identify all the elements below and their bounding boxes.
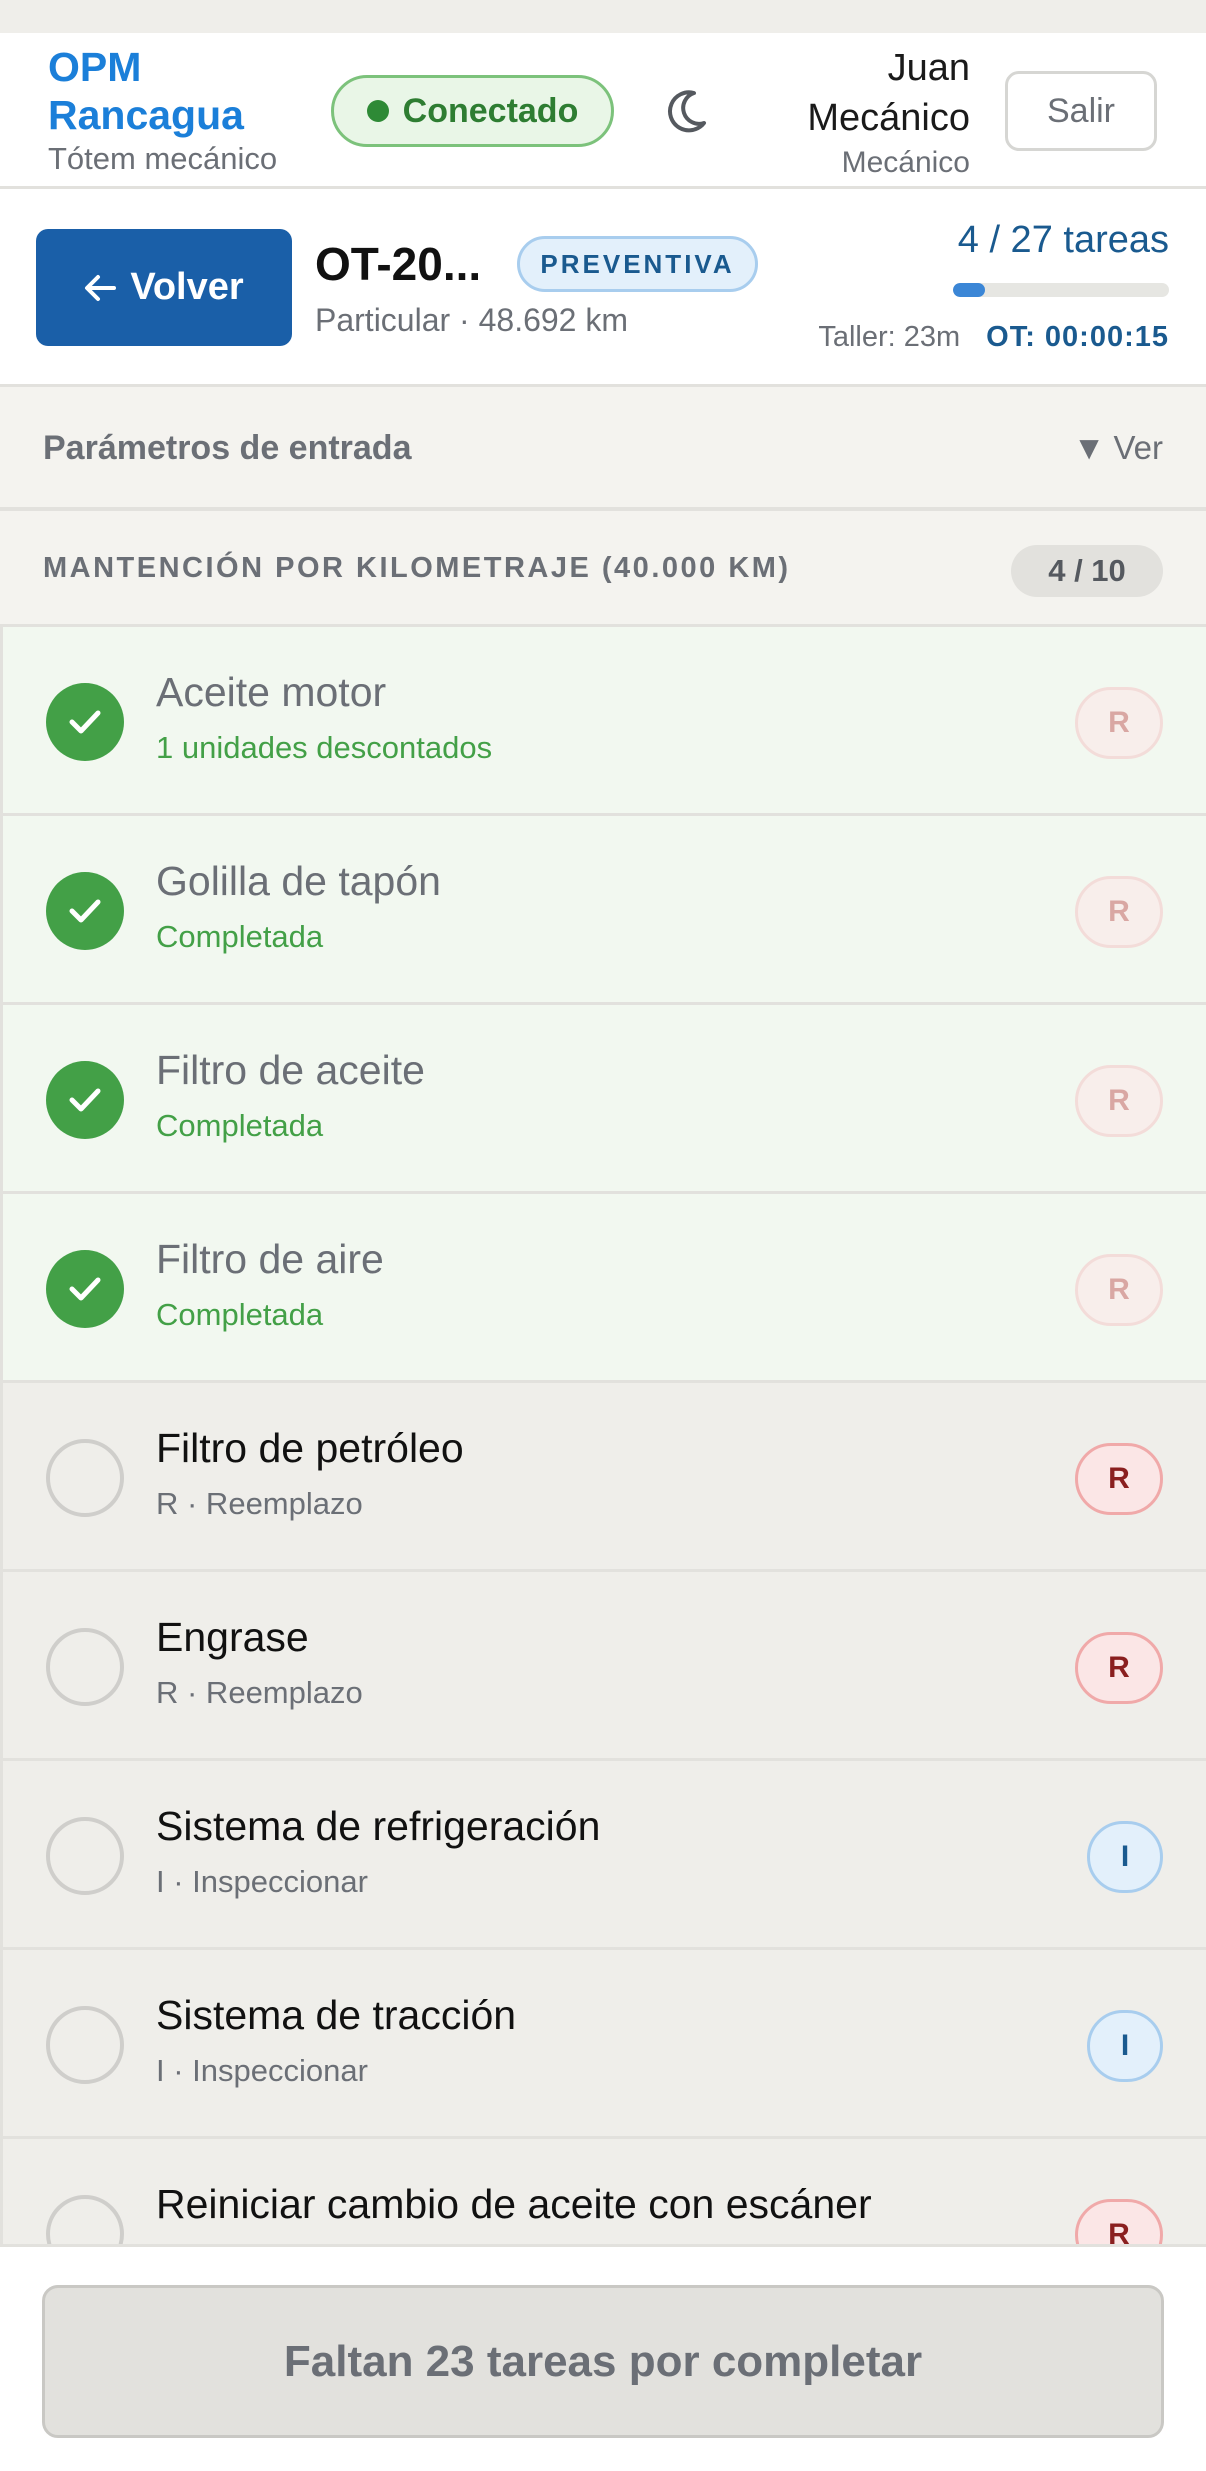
entry-parameters-toggle-label: Ver bbox=[1113, 429, 1163, 466]
task-subtitle: R · Reemplazo bbox=[156, 1486, 363, 1521]
empty-circle-icon[interactable] bbox=[46, 1439, 124, 1517]
task-row[interactable]: Filtro de aceite Completada R bbox=[0, 1005, 1206, 1194]
order-type-badge: PREVENTIVA bbox=[517, 236, 758, 292]
empty-circle-icon[interactable] bbox=[46, 2006, 124, 2084]
caret-down-icon: ▼ bbox=[1072, 429, 1106, 466]
brand-name-line1: OPM bbox=[48, 44, 142, 90]
empty-circle-icon[interactable] bbox=[46, 1628, 124, 1706]
footer: Faltan 23 tareas por completar bbox=[0, 2244, 1206, 2471]
empty-circle-icon[interactable] bbox=[46, 1817, 124, 1895]
task-type-badge: I bbox=[1087, 1821, 1163, 1893]
task-row[interactable]: Golilla de tapón Completada R bbox=[0, 816, 1206, 1005]
user-role: Mecánico bbox=[841, 146, 970, 179]
connection-status-label: Conectado bbox=[402, 91, 579, 130]
task-type-badge: R bbox=[1075, 876, 1163, 948]
complete-order-button[interactable]: Faltan 23 tareas por completar bbox=[42, 2285, 1164, 2438]
task-subtitle: Completada bbox=[156, 1297, 324, 1332]
status-dot-icon bbox=[366, 100, 389, 122]
task-row[interactable]: Reiniciar cambio de aceite con escáner R bbox=[0, 2139, 1206, 2244]
user-info: Juan Mecánico Mecánico bbox=[807, 43, 970, 183]
task-progress-label: 4 / 27 tareas bbox=[957, 219, 1169, 261]
app-header: OPM Rancagua Tótem mecánico Conectado Ju… bbox=[0, 33, 1206, 189]
check-circle-icon[interactable] bbox=[46, 1061, 124, 1139]
task-list: Aceite motor 1 unidades descontados R Golil… bbox=[0, 627, 1206, 2244]
task-subtitle: Completada bbox=[156, 919, 324, 954]
task-title: Filtro de aceite bbox=[156, 1047, 425, 1093]
back-button[interactable]: Volver bbox=[36, 229, 292, 346]
work-order-bar: Volver OT-20... PREVENTIVA Particular · … bbox=[0, 189, 1206, 387]
task-type-badge: R bbox=[1075, 1443, 1163, 1515]
maintenance-section-header: MANTENCIÓN POR KILOMETRAJE (40.000 KM) 4… bbox=[0, 511, 1206, 627]
task-row[interactable]: Filtro de aire Completada R bbox=[0, 1194, 1206, 1383]
empty-circle-icon[interactable] bbox=[46, 2195, 124, 2244]
check-circle-icon[interactable] bbox=[46, 683, 124, 761]
task-title: Filtro de aire bbox=[156, 1236, 384, 1282]
task-row[interactable]: Sistema de tracción I · Inspeccionar I bbox=[0, 1950, 1206, 2139]
task-title: Engrase bbox=[156, 1614, 309, 1660]
workshop-timer: Taller: 23m bbox=[818, 321, 961, 353]
work-order-id: OT-20... bbox=[315, 238, 482, 290]
task-type-badge: R bbox=[1075, 1254, 1163, 1326]
task-title: Golilla de tapón bbox=[156, 858, 441, 904]
user-last-name: Mecánico bbox=[807, 97, 970, 139]
task-title: Sistema de tracción bbox=[156, 1992, 517, 2038]
entry-parameters-panel[interactable]: Parámetros de entrada ▼ Ver bbox=[0, 387, 1206, 511]
logout-button[interactable]: Salir bbox=[1005, 71, 1157, 151]
task-type-badge: R bbox=[1075, 1632, 1163, 1704]
brand-name-line2: Rancagua bbox=[48, 92, 244, 138]
task-subtitle: 1 unidades descontados bbox=[156, 730, 493, 765]
connection-status-badge: Conectado bbox=[331, 75, 614, 147]
task-type-badge: R bbox=[1075, 1065, 1163, 1137]
brand: OPM Rancagua Tótem mecánico bbox=[48, 43, 277, 179]
section-count-badge: 4 / 10 bbox=[1011, 545, 1163, 597]
task-type-badge: I bbox=[1087, 2010, 1163, 2082]
task-row[interactable]: Engrase R · Reemplazo R bbox=[0, 1572, 1206, 1761]
entry-parameters-title: Parámetros de entrada bbox=[43, 429, 412, 467]
task-subtitle: I · Inspeccionar bbox=[156, 1864, 368, 1899]
check-circle-icon[interactable] bbox=[46, 872, 124, 950]
user-first-name: Juan bbox=[887, 47, 970, 89]
task-title: Filtro de petróleo bbox=[156, 1425, 464, 1471]
task-subtitle: Completada bbox=[156, 1108, 324, 1143]
task-progress-bar bbox=[953, 283, 1169, 297]
section-title: MANTENCIÓN POR KILOMETRAJE (40.000 KM) bbox=[43, 552, 791, 584]
task-title: Reiniciar cambio de aceite con escáner bbox=[156, 2181, 872, 2227]
brand-subtitle: Tótem mecánico bbox=[48, 141, 278, 176]
order-timer: OT: 00:00:15 bbox=[986, 321, 1169, 353]
task-progress-fill bbox=[953, 283, 985, 297]
arrow-left-icon bbox=[85, 274, 117, 301]
top-strip bbox=[0, 0, 1206, 33]
task-subtitle: R · Reemplazo bbox=[156, 1675, 363, 1710]
check-circle-icon[interactable] bbox=[46, 1250, 124, 1328]
back-button-label: Volver bbox=[130, 266, 244, 308]
task-subtitle: I · Inspeccionar bbox=[156, 2053, 368, 2088]
task-row[interactable]: Sistema de refrigeración I · Inspeccionar… bbox=[0, 1761, 1206, 1950]
task-title: Sistema de refrigeración bbox=[156, 1803, 601, 1849]
task-title: Aceite motor bbox=[156, 669, 387, 715]
timers: Taller: 23m OT: 00:00:15 bbox=[818, 321, 1169, 354]
moon-icon[interactable] bbox=[660, 85, 712, 137]
task-row[interactable]: Aceite motor 1 unidades descontados R bbox=[0, 627, 1206, 816]
task-type-badge: R bbox=[1075, 2199, 1163, 2244]
entry-parameters-toggle[interactable]: ▼ Ver bbox=[1073, 429, 1163, 467]
task-type-badge: R bbox=[1075, 687, 1163, 759]
order-subtitle: Particular · 48.692 km bbox=[315, 302, 629, 338]
task-row[interactable]: Filtro de petróleo R · Reemplazo R bbox=[0, 1383, 1206, 1572]
